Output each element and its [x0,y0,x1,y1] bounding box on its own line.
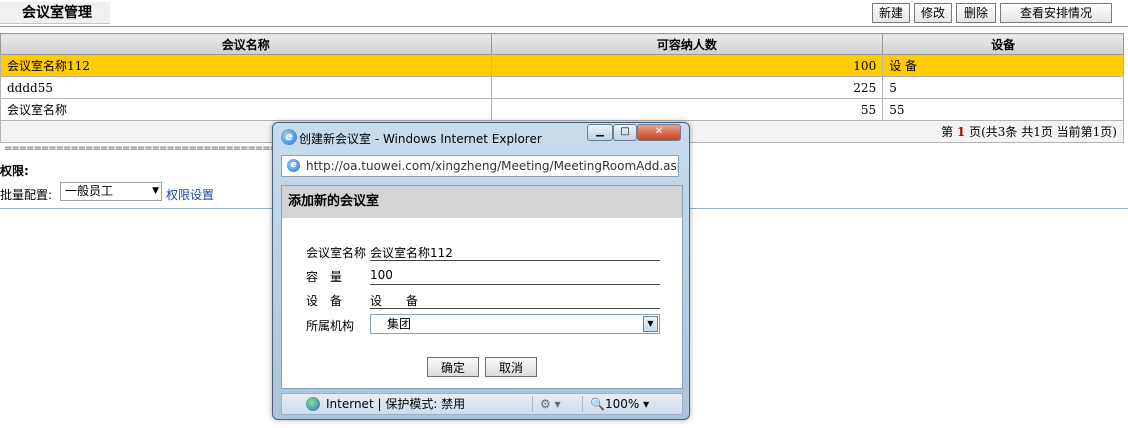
cell-equipment[interactable]: 5 [882,76,1124,99]
zoom-level: 100% [604,397,640,411]
view-schedule-button[interactable]: 查看安排情况 [1000,3,1112,23]
capacity-field[interactable]: 100 [370,268,660,285]
cell-capacity[interactable]: 55 [490,98,884,121]
ie-dialog-window[interactable]: e 创建新会议室 - Windows Internet Explorer ▁ □… [272,122,690,420]
organization-label: 所属机构 [306,319,355,333]
capacity-label: 容 量 [306,270,343,284]
chevron-down-icon[interactable]: ▼ [643,316,658,332]
batch-config-value: 一般员工 [65,184,114,198]
cell-equipment[interactable]: 55 [882,98,1124,121]
minimize-icon[interactable]: ▁ [587,124,613,141]
page-icon: e [287,159,300,172]
ie-logo-icon: e [281,129,297,145]
organization-select[interactable]: 集团 ▼ [370,314,660,334]
header-divider [0,26,1128,27]
cell-equipment[interactable]: 设 备 [882,54,1124,77]
organization-value: 集团 [387,317,412,331]
cell-capacity[interactable]: 100 [490,54,884,77]
equipment-field[interactable]: 设 备 [370,292,660,309]
zoom-control[interactable]: 🔍100% ▾ [590,394,649,414]
cell-room-name[interactable]: 会议室名称 [0,98,492,121]
table-row-selected[interactable]: 会议室名称112 100 设 备 [0,54,1124,77]
cancel-button[interactable]: 取消 [485,357,537,377]
cell-room-name[interactable]: dddd55 [0,76,492,99]
status-separator [582,396,583,412]
pager-summary: 页(共3条 共1页 当前第1页) [965,125,1117,139]
column-header-capacity[interactable]: 可容纳人数 [490,33,884,55]
delete-button[interactable]: 删除 [956,3,996,23]
room-name-label: 会议室名称 [306,246,367,260]
cell-room-name[interactable]: 会议室名称112 [0,54,492,77]
cell-capacity[interactable]: 225 [490,76,884,99]
protected-mode-icon[interactable]: ⚙ ▾ [540,394,561,414]
dialog-content: 添加新的会议室 会议室名称 会议室名称112 容 量 100 设 备 设 备 所… [281,185,683,389]
close-icon[interactable]: ✕ [637,124,681,141]
zoom-icon: 🔍 [590,397,605,411]
globe-icon [306,397,320,411]
section-divider: ========================================… [4,143,274,154]
confirm-button[interactable]: 确定 [427,357,479,377]
chevron-down-icon[interactable]: ▼ [152,183,159,200]
edit-button[interactable]: 修改 [914,3,952,23]
status-separator [532,396,533,412]
dialog-heading: 添加新的会议室 [282,186,682,218]
equipment-label: 设 备 [306,294,343,308]
batch-config-select[interactable]: 一般员工 ▼ [60,182,162,201]
new-button[interactable]: 新建 [872,3,910,23]
maximize-icon[interactable]: □ [613,124,637,141]
batch-config-label: 批量配置: [0,188,53,202]
security-zone: Internet | 保护模式: 禁用 [326,397,466,411]
pager-prefix: 第 [941,125,957,139]
page-title: 会议室管理 [0,2,110,24]
permission-settings-link[interactable]: 权限设置 [166,186,214,203]
column-header-name[interactable]: 会议名称 [0,33,492,55]
permission-label: 权限: [0,164,29,178]
table-row[interactable]: dddd55 225 5 [0,76,1124,99]
table-header-row: 会议名称 可容纳人数 设备 [0,33,1124,55]
room-name-field[interactable]: 会议室名称112 [370,244,660,261]
address-url: http://oa.tuowei.com/xingzheng/Meeting/M… [306,159,679,173]
column-header-equipment[interactable]: 设备 [882,33,1124,55]
table-row[interactable]: 会议室名称 55 55 [0,98,1124,121]
address-bar[interactable]: e http://oa.tuowei.com/xingzheng/Meeting… [281,155,679,177]
window-title: 创建新会议室 - Windows Internet Explorer [299,132,542,146]
ie-status-bar: Internet | 保护模式: 禁用 ⚙ ▾ 🔍100% ▾ [281,393,683,415]
